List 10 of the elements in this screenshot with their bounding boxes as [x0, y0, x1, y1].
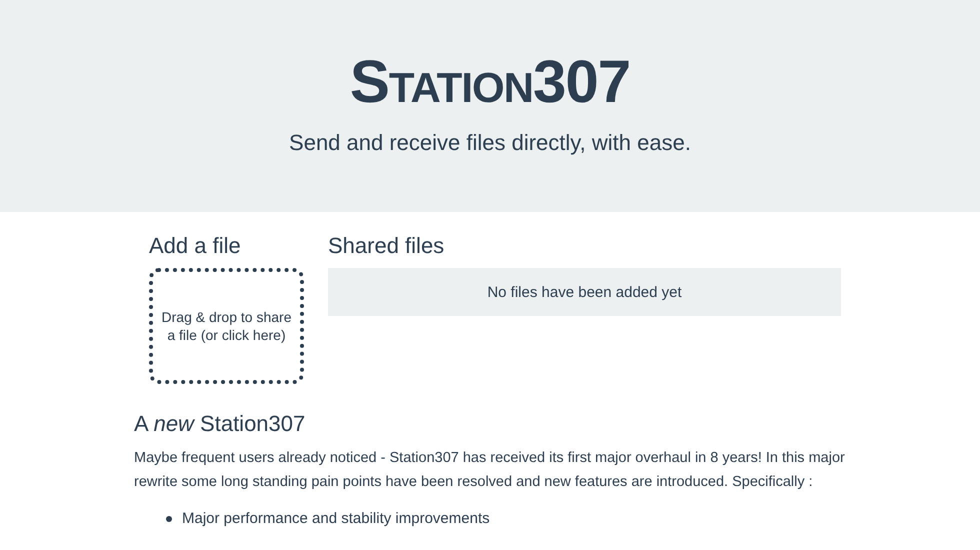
empty-message: No files have been added yet	[487, 284, 682, 300]
section-heading: Add a file	[149, 232, 242, 260]
section-heading: A new Station307	[134, 410, 306, 438]
drop-zone[interactable]: Drag & drop to share a file (or click here)	[149, 268, 304, 384]
bullet-icon	[166, 516, 172, 522]
tagline: Send and receive files directly, with ease.	[289, 130, 691, 156]
paragraph: Maybe frequent users already noticed - Station307 has received its first major overhaul in 8 years! In this major rewrite some long standing pain points have been resolved and new features are introduced. Specifically :	[134, 449, 846, 492]
list-item: Major performance and stability improvements	[182, 509, 490, 529]
section-heading: Shared files	[328, 232, 446, 260]
site-title: Station307	[350, 47, 630, 117]
